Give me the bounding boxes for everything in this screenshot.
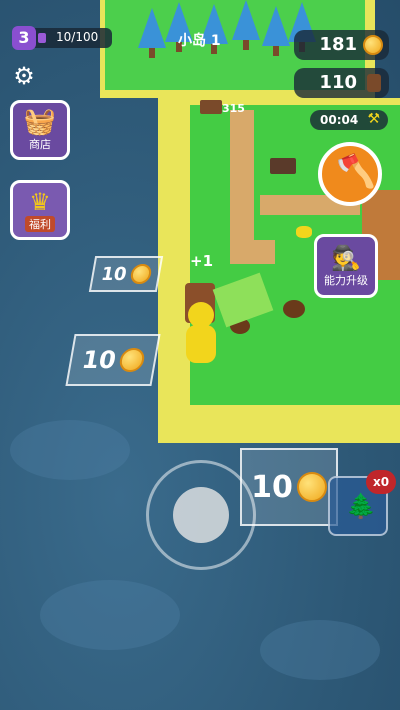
plot-cost: 10 xyxy=(99,263,129,285)
crown-icon: ♛ xyxy=(29,188,51,216)
joystick-base[interactable] xyxy=(146,460,256,570)
coin-counter: 181 xyxy=(294,30,389,60)
plot-unlock-2[interactable]: 10 xyxy=(65,334,161,386)
player-character xyxy=(186,325,216,363)
dirt-path xyxy=(230,110,254,260)
axe-upgrade-button[interactable]: 🪓 xyxy=(318,142,382,206)
signpost xyxy=(200,100,222,114)
dirt-path xyxy=(230,240,275,264)
tree xyxy=(138,8,166,58)
water-ripple xyxy=(260,620,380,680)
timer-text: 00:04 xyxy=(320,113,359,127)
wood-log-icon xyxy=(367,74,381,92)
multiplier-badge: x0 xyxy=(366,470,396,494)
tree-stump xyxy=(283,300,305,318)
coin-count: 181 xyxy=(319,34,357,55)
axe-icon: ⚒ xyxy=(367,111,380,127)
basket-icon: 🧺 xyxy=(23,107,57,137)
island-name: 小岛 1 xyxy=(178,33,221,49)
coin-icon xyxy=(363,35,383,55)
wood-count: 110 xyxy=(319,72,357,93)
axe-icon: 🪓 xyxy=(336,152,376,190)
tree xyxy=(262,6,290,56)
plot-unlock-1[interactable]: 10 xyxy=(88,256,164,292)
ability-upgrade-button[interactable]: 🕵 能力升级 xyxy=(314,234,378,298)
xp-bar-fill xyxy=(38,33,46,43)
tree xyxy=(232,0,260,50)
plot-cost: 10 xyxy=(79,346,119,374)
sign-number: 315 xyxy=(222,102,245,115)
plus-one-popup: +1 xyxy=(190,252,214,270)
coin-icon xyxy=(296,472,327,502)
settings-gear-icon[interactable]: ⚙ xyxy=(10,62,38,90)
water-ripple xyxy=(10,420,130,480)
main-island-beach xyxy=(190,405,400,443)
detective-icon: 🕵 xyxy=(331,244,361,272)
shop-button[interactable]: 🧺 商店 xyxy=(10,100,70,160)
ability-upgrade-label: 能力升级 xyxy=(324,274,368,287)
welfare-button[interactable]: ♛ 福利 xyxy=(10,180,70,240)
shop-label: 商店 xyxy=(29,138,51,151)
coin-icon xyxy=(128,264,153,284)
plot-cost: 10 xyxy=(251,469,293,505)
signpost xyxy=(270,158,296,174)
level-badge: 3 xyxy=(12,26,36,50)
timer-pill: 00:04 ⚒ xyxy=(310,110,388,130)
water-ripple xyxy=(40,580,180,650)
sapling xyxy=(296,226,312,238)
xp-text: 10/100 xyxy=(56,30,99,44)
coin-icon xyxy=(117,348,146,372)
welfare-label: 福利 xyxy=(25,216,55,232)
stump-trap-icon: 🌲 xyxy=(346,492,376,520)
wood-counter: 110 xyxy=(294,68,389,98)
joystick-knob[interactable] xyxy=(173,487,229,543)
